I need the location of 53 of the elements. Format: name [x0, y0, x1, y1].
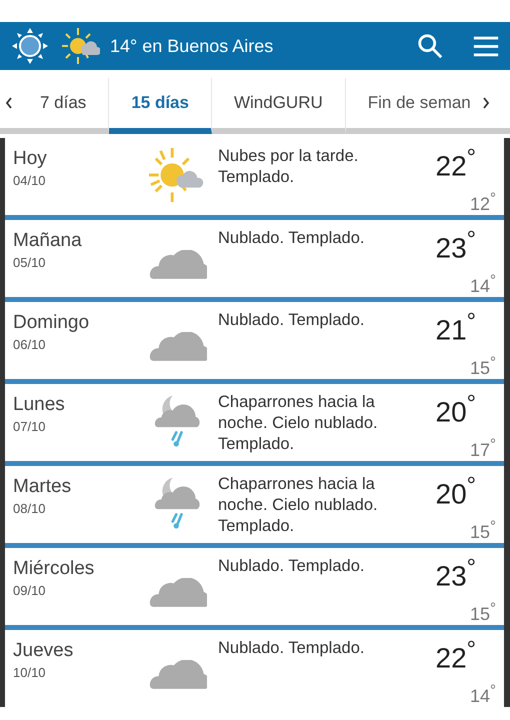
- forecast-row[interactable]: Lunes 07/10 Chaparrones hacia la noche. Cielo nublado. Templado. 20$^{°}$ 17$^{°}$: [5, 384, 504, 461]
- low-temperature: 15$^{°}$: [470, 518, 496, 544]
- day-name: Hoy: [13, 148, 48, 170]
- day-date: 10/10: [13, 665, 47, 680]
- day-date: 08/10: [13, 501, 47, 516]
- forecast-description: Nublado. Templado.: [218, 228, 366, 249]
- cloud-icon: [149, 332, 207, 362]
- low-temperature: 12$^{°}$: [470, 190, 496, 216]
- high-temperature: 21$^{°}$: [436, 308, 476, 346]
- forecast-description: Nublado. Templado.: [218, 310, 366, 331]
- low-temperature: 15$^{°}$: [470, 354, 496, 380]
- cloud-icon: [149, 250, 207, 280]
- day-name: Martes: [13, 476, 72, 498]
- forecast-description: Nublado. Templado.: [218, 638, 366, 659]
- day-date: 06/10: [13, 337, 47, 352]
- forecast-row[interactable]: Mañana 05/10 Nublado. Templado. 23$^{°}$ 14$^{°}$: [5, 220, 504, 297]
- forecast-row[interactable]: Domingo 06/10 Nublado. Templado. 21$^{°}$ 15$^{°}$: [5, 302, 504, 379]
- day-name: Mañana: [13, 230, 83, 252]
- forecast-row[interactable]: Martes 08/10 Chaparrones hacia la noche. Cielo nublado. Templado. 20$^{°}$ 15$^{°}$: [5, 466, 504, 543]
- high-temperature: 23$^{°}$: [436, 554, 476, 592]
- location-title: 14° en Buenos Aires: [110, 36, 274, 56]
- forecast-row[interactable]: Hoy 04/10 Nubes por la tarde. Templado. 22$^{°}$ 12$^{°}$: [5, 138, 504, 215]
- high-temperature: 22$^{°}$: [436, 144, 476, 182]
- low-temperature: 14$^{°}$: [470, 272, 496, 298]
- sun-icon[interactable]: [10, 26, 50, 66]
- tab[interactable]: Fin de seman: [346, 78, 477, 134]
- forecast-row[interactable]: Jueves 10/10 Nublado. Templado. 22$^{°}$ 14$^{°}$: [5, 630, 504, 707]
- low-temperature: 14$^{°}$: [470, 682, 496, 708]
- day-name: Jueves: [13, 640, 74, 662]
- tab[interactable]: 7 días: [18, 78, 110, 134]
- high-temperature: 23$^{°}$: [436, 226, 476, 264]
- forecast-description: Nublado. Templado.: [218, 556, 366, 577]
- day-name: Lunes: [13, 394, 66, 416]
- cloud-icon: [149, 578, 207, 608]
- low-temperature: 15$^{°}$: [470, 600, 496, 626]
- cloud-icon: [149, 660, 207, 690]
- high-temperature: 20$^{°}$: [436, 472, 476, 510]
- forecast-description: Nubes por la tarde. Templado.: [218, 146, 360, 188]
- day-date: 05/10: [13, 255, 47, 270]
- day-name: Domingo: [13, 312, 90, 334]
- sun-cloud-icon: [60, 26, 100, 66]
- forecast-row[interactable]: Miércoles 09/10 Nublado. Templado. 23$^{°}$ 15$^{°}$: [5, 548, 504, 625]
- low-temperature: 17$^{°}$: [470, 436, 496, 462]
- day-date: 07/10: [13, 419, 47, 434]
- day-date: 04/10: [13, 173, 47, 188]
- high-temperature: 20$^{°}$: [436, 390, 476, 428]
- forecast-description: Chaparrones hacia la noche. Cielo nublado. Templado.: [218, 392, 379, 455]
- day-name: Miércoles: [13, 558, 96, 580]
- high-temperature: 22$^{°}$: [436, 636, 476, 674]
- search-icon[interactable]: [416, 32, 444, 60]
- day-date: 09/10: [13, 583, 47, 598]
- forecast-description: Chaparrones hacia la noche. Cielo nublado. Templado.: [218, 474, 379, 537]
- tab[interactable]: WindGURU: [212, 78, 346, 134]
